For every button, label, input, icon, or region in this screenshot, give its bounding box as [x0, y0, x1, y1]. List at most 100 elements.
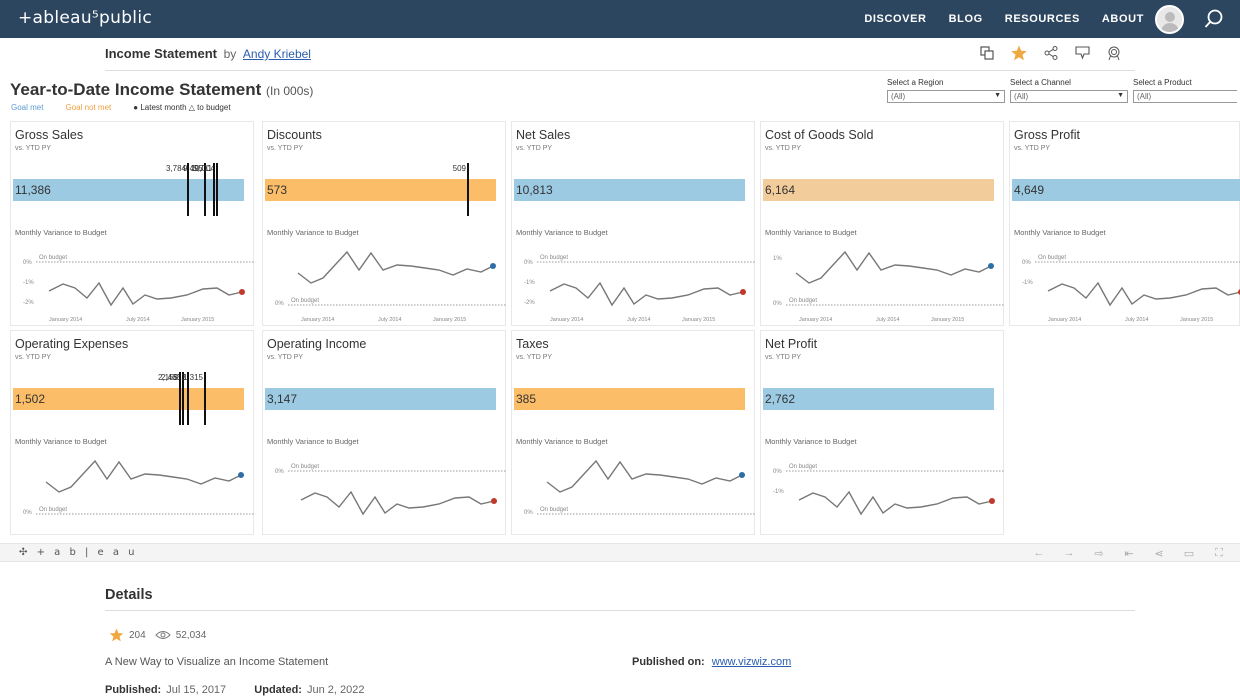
kpi-value: 10,813 — [516, 183, 553, 197]
latest-month-dot[interactable] — [739, 472, 745, 478]
latest-month-dot[interactable] — [490, 263, 496, 269]
kpi-card[interactable]: Net Sales vs. YTD PY 10,813 9,495 Monthly Va… — [183, 121, 756, 326]
viz-name: Income Statement — [105, 46, 217, 61]
kpi-bar — [514, 388, 745, 410]
viz-title: Income Statement by Andy Kriebel — [105, 46, 311, 61]
filter-channel-label: Select a Channel — [1010, 78, 1071, 87]
variance-tick-label: -2% — [23, 300, 34, 306]
search-icon[interactable] — [1204, 9, 1224, 29]
kpi-card[interactable]: Gross Sales vs. YTD PY 11,386 10,004 Monthly… — [10, 121, 255, 326]
date-axis-label: July 2014 — [126, 317, 150, 323]
variance-tick-label: 0% — [23, 510, 32, 516]
variance-tick-label: 0% — [23, 260, 32, 266]
tableau-logo[interactable]: ✣ + a b | e a u — [19, 547, 138, 558]
nav-blog[interactable]: BLOG — [949, 13, 983, 25]
kpi-card[interactable]: Operating Income vs. YTD PY 3,147 2,468 Mont… — [161, 330, 507, 535]
variance-line — [549, 281, 744, 307]
nav-about[interactable]: ABOUT — [1102, 13, 1144, 25]
fullscreen-icon[interactable]: ⛶ — [1212, 547, 1226, 560]
dashboard-title-unit: (In 000s) — [266, 84, 314, 98]
published-date: Jul 15, 2017 — [166, 684, 227, 696]
on-budget-label: On budget — [789, 464, 817, 470]
kpi-card[interactable]: Discounts vs. YTD PY 573 509 Monthly Varianc… — [262, 121, 507, 326]
variance-sparkline: On budget 0% — [275, 464, 507, 516]
variance-sparkline: On budget 0% -1% — [773, 464, 1005, 516]
comment-icon[interactable]: ▭ — [1182, 547, 1196, 560]
tableau-wordmark: + a b | e a u — [36, 547, 138, 558]
undo-icon[interactable]: ← — [1032, 547, 1046, 560]
filter-product-select[interactable]: (All) — [1133, 90, 1237, 103]
on-budget-label: On budget — [291, 298, 319, 304]
on-budget-label: On budget — [540, 507, 568, 513]
kpi-title: Cost of Goods Sold — [765, 128, 874, 142]
kpi-variance-label: Monthly Variance to Budget — [267, 437, 359, 446]
revert-icon[interactable]: ⇨ — [1092, 547, 1106, 560]
user-avatar[interactable] — [1155, 5, 1184, 34]
variance-line — [795, 250, 992, 284]
filter-region: Select a Region (All) ▼ — [887, 78, 1005, 103]
kpi-variance-label: Monthly Variance to Budget — [516, 437, 608, 446]
tableau-public-logo[interactable]: +ableau⁵public — [18, 8, 152, 28]
chevron-down-icon: ▼ — [1117, 92, 1124, 99]
date-axis-label: July 2014 — [876, 317, 900, 323]
kpi-title: Net Profit — [765, 337, 818, 351]
nav-resources[interactable]: RESOURCES — [1005, 13, 1080, 25]
filter-channel-value: (All) — [1014, 92, 1029, 101]
latest-month-dot[interactable] — [491, 498, 497, 504]
filter-region-value: (All) — [891, 92, 906, 101]
updated-date: Jun 2, 2022 — [306, 684, 365, 696]
kpi-card[interactable]: Gross Profit vs. YTD PY 4,649 3,784 Monthly … — [166, 121, 1240, 326]
redo-icon[interactable]: → — [1062, 547, 1076, 560]
viz-by: by — [223, 47, 237, 61]
kpi-title: Operating Income — [267, 337, 367, 351]
variance-sparkline: On budget 0% -1% -2% January 2014 July 2014 Ja… — [524, 255, 756, 323]
favorite-star-icon[interactable] — [109, 628, 124, 642]
kpi-bar — [763, 388, 994, 410]
variance-tick-label: 0% — [773, 301, 782, 307]
date-axis-label: January 2014 — [1048, 317, 1081, 323]
latest-month-dot[interactable] — [988, 263, 994, 269]
kpi-comparison-label: vs. YTD PY — [15, 354, 52, 361]
latest-month-dot[interactable] — [989, 498, 995, 504]
badge-icon[interactable] — [1107, 46, 1121, 61]
latest-month-dot[interactable] — [238, 472, 244, 478]
latest-month-dot[interactable] — [239, 289, 245, 295]
viz-actions — [980, 45, 1121, 61]
variance-line — [1047, 281, 1240, 307]
kpi-card[interactable]: Operating Expenses vs. YTD PY 1,502 1,315 Mo… — [10, 330, 255, 535]
nav-links: DISCOVER BLOG RESOURCES ABOUT — [864, 0, 1144, 38]
kpi-card[interactable]: Net Profit vs. YTD PY 2,762 2,155 Monthly Va… — [158, 330, 1005, 535]
dashboard-title-text: Year-to-Date Income Statement — [10, 80, 262, 99]
comment-icon[interactable] — [1075, 46, 1090, 60]
updated-label: Updated: — [254, 684, 302, 696]
nav-discover[interactable]: DISCOVER — [864, 13, 926, 25]
latest-month-dot[interactable] — [740, 289, 746, 295]
date-axis-label: July 2014 — [627, 317, 651, 323]
kpi-card[interactable]: Taxesvs. YTD PY385313Monthly Variance to… — [173, 330, 756, 535]
variance-tick-label: 0% — [1022, 260, 1031, 266]
variance-tick-label: -1% — [773, 489, 784, 495]
share-icon[interactable]: ⋖ — [1152, 547, 1166, 560]
star-icon[interactable] — [1011, 45, 1027, 61]
variance-tick-label: 0% — [275, 469, 284, 475]
copy-icon[interactable] — [980, 46, 994, 60]
kpi-variance-label: Monthly Variance to Budget — [267, 228, 359, 237]
reset-icon[interactable]: ⇤ — [1122, 547, 1136, 560]
filter-channel-select[interactable]: (All) ▼ — [1010, 90, 1128, 103]
kpi-variance-label: Monthly Variance to Budget — [15, 228, 107, 237]
details-heading: Details — [105, 587, 1135, 611]
date-axis-label: January 2014 — [799, 317, 832, 323]
variance-tick-label: 0% — [524, 260, 533, 266]
kpi-comparison-label: vs. YTD PY — [516, 145, 553, 152]
kpi-title: Gross Sales — [15, 128, 84, 142]
chevron-down-icon: ▼ — [994, 92, 1001, 99]
author-link[interactable]: Andy Kriebel — [243, 47, 311, 61]
kpi-comparison-label: vs. YTD PY — [15, 145, 52, 152]
published-on-link[interactable]: www.vizwiz.com — [712, 656, 791, 668]
kpi-card[interactable]: Cost of Goods Sold vs. YTD PY 6,164 5,711 Mo… — [193, 121, 1005, 326]
legend-goal-met: Goal met — [11, 103, 44, 112]
share-icon[interactable] — [1044, 46, 1058, 60]
filter-region-select[interactable]: (All) ▼ — [887, 90, 1005, 103]
on-budget-label: On budget — [39, 507, 67, 513]
filter-region-label: Select a Region — [887, 78, 944, 87]
